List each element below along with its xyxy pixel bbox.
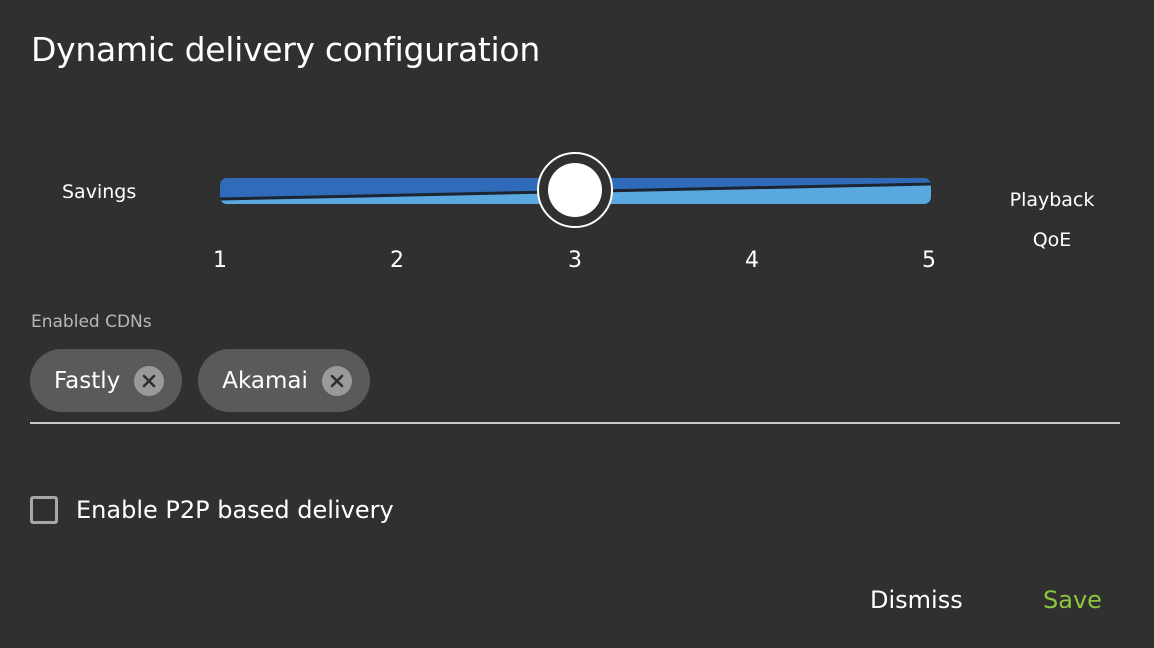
slider-tick-4: 4 bbox=[745, 248, 759, 273]
dynamic-delivery-dialog: Dynamic delivery configuration Savings P… bbox=[0, 0, 1154, 648]
cdn-chip-label: Fastly bbox=[54, 367, 121, 394]
save-button[interactable]: Save bbox=[1043, 586, 1102, 614]
p2p-checkbox[interactable] bbox=[30, 496, 58, 524]
slider-label-savings: Savings bbox=[62, 181, 137, 203]
cdn-chip-fastly: Fastly bbox=[30, 349, 183, 412]
cdn-chip-akamai: Akamai bbox=[198, 349, 370, 412]
slider-tick-5: 5 bbox=[922, 248, 936, 273]
slider-thumb-knob bbox=[547, 163, 602, 217]
close-circle-icon[interactable] bbox=[134, 365, 165, 396]
enabled-cdns-label: Enabled CDNs bbox=[31, 312, 152, 332]
slider-tick-2: 2 bbox=[390, 248, 404, 273]
p2p-checkbox-label[interactable]: Enable P2P based delivery bbox=[76, 496, 394, 524]
slider-thumb[interactable] bbox=[536, 152, 613, 228]
delivery-slider[interactable]: 1 2 3 4 5 bbox=[210, 150, 950, 280]
dialog-title: Dynamic delivery configuration bbox=[31, 30, 540, 69]
close-circle-icon[interactable] bbox=[321, 365, 352, 396]
slider-label-playback-qoe: Playback QoE bbox=[1002, 180, 1102, 260]
slider-label-qoe: QoE bbox=[1032, 229, 1072, 251]
cdn-chip-list: Fastly Akamai bbox=[30, 349, 370, 412]
dismiss-button[interactable]: Dismiss bbox=[870, 586, 963, 614]
slider-tick-1: 1 bbox=[213, 248, 227, 273]
p2p-option[interactable]: Enable P2P based delivery bbox=[30, 496, 394, 524]
cdn-input-underline bbox=[30, 422, 1120, 424]
slider-label-playback: Playback bbox=[1009, 189, 1095, 211]
slider-tick-3: 3 bbox=[568, 248, 582, 273]
cdn-chip-label: Akamai bbox=[222, 367, 308, 394]
